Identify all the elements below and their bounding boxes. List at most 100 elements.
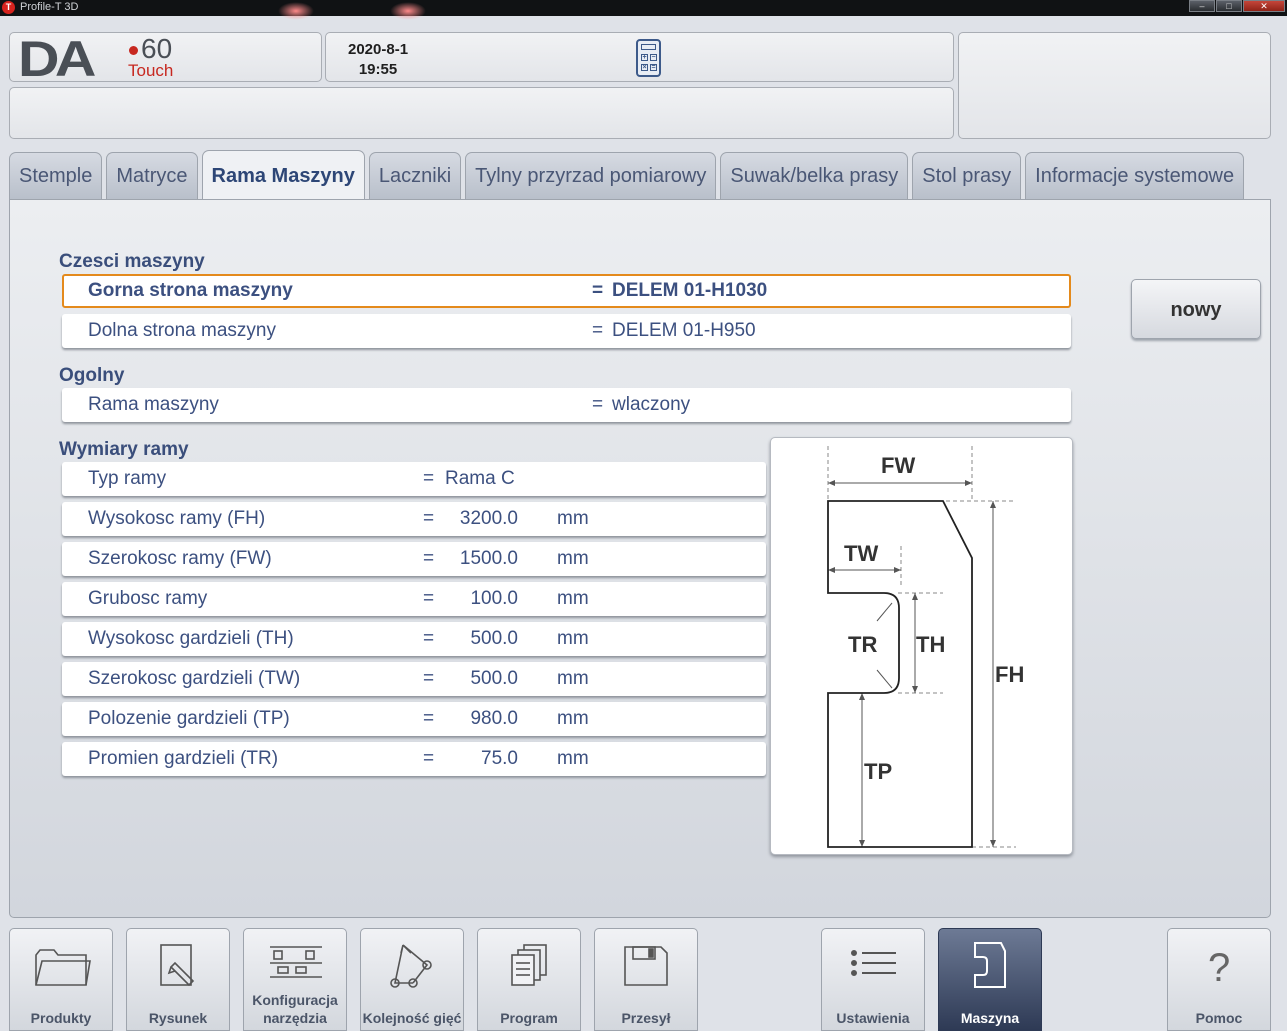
nav-program-button[interactable]: Program bbox=[477, 928, 581, 1031]
row-frame-height[interactable]: Wysokosc ramy (FH) = 3200.0 mm bbox=[62, 502, 766, 536]
row-frame-thickness[interactable]: Grubosc ramy = 100.0 mm bbox=[62, 582, 766, 616]
label-fh: FH bbox=[995, 662, 1024, 687]
frame-diagram: FW TW TR TH FH TP bbox=[770, 437, 1073, 855]
tab-tylny-przyrzad[interactable]: Tylny przyrzad pomiarowy bbox=[465, 152, 717, 200]
info-panel bbox=[958, 32, 1271, 139]
row-label: Gorna strona maszyny bbox=[88, 280, 293, 301]
row-value: 100.0 bbox=[470, 588, 518, 609]
nav-label: Przesył bbox=[621, 1010, 671, 1026]
logo-edition: Touch bbox=[128, 61, 174, 80]
minimize-button[interactable]: – bbox=[1189, 0, 1215, 12]
row-throat-radius[interactable]: Promien gardzieli (TR) = 75.0 mm bbox=[62, 742, 766, 776]
nav-pomoc-button[interactable]: ? Pomoc bbox=[1167, 928, 1271, 1031]
nav-przesyl-button[interactable]: Przesył bbox=[594, 928, 698, 1031]
row-unit: mm bbox=[557, 548, 589, 569]
tab-bar: Stemple Matryce Rama Maszyny Laczniki Ty… bbox=[9, 150, 1248, 200]
row-equals: = bbox=[592, 394, 604, 415]
nav-label: Kolejność gięć bbox=[362, 1010, 462, 1026]
row-label: Wysokosc gardzieli (TH) bbox=[88, 628, 294, 649]
row-unit: mm bbox=[557, 508, 589, 529]
new-button[interactable]: nowy bbox=[1131, 279, 1261, 339]
row-equals: = bbox=[423, 468, 435, 489]
row-value: 1500.0 bbox=[459, 548, 518, 569]
row-value: DELEM 01-H1030 bbox=[612, 280, 768, 301]
row-lower-machine[interactable]: Dolna strona maszyny = DELEM 01-H950 bbox=[62, 314, 1071, 348]
program-icon bbox=[511, 944, 547, 986]
tab-rama-maszyny[interactable]: Rama Maszyny bbox=[201, 150, 365, 200]
section-title-frame: Wymiary ramy bbox=[59, 439, 189, 460]
row-label: Polozenie gardzieli (TP) bbox=[88, 708, 290, 729]
row-value: 500.0 bbox=[470, 628, 518, 649]
nav-maszyna-button[interactable]: Maszyna bbox=[938, 928, 1042, 1031]
row-throat-position[interactable]: Polozenie gardzieli (TP) = 980.0 mm bbox=[62, 702, 766, 736]
glow-decoration bbox=[390, 2, 426, 20]
save-icon bbox=[624, 946, 668, 986]
row-frame-width[interactable]: Szerokosc ramy (FW) = 1500.0 mm bbox=[62, 542, 766, 576]
logo-panel: DA 60 Touch bbox=[9, 31, 322, 87]
nav-rysunek-button[interactable]: Rysunek bbox=[126, 928, 230, 1031]
window-title: Profile-T 3D bbox=[20, 1, 79, 13]
row-value: Rama C bbox=[445, 468, 515, 489]
drawing-icon bbox=[160, 944, 195, 987]
row-label: Rama maszyny bbox=[88, 394, 219, 415]
nav-kolejnosc-button[interactable]: Kolejność gięć bbox=[360, 928, 464, 1031]
row-value: 500.0 bbox=[470, 668, 518, 689]
nav-konfiguracja-button[interactable]: Konfiguracja narzędzia bbox=[243, 928, 347, 1031]
calculator-icon[interactable]: + − × = bbox=[636, 39, 661, 77]
row-throat-height[interactable]: Wysokosc gardzieli (TH) = 500.0 mm bbox=[62, 622, 766, 656]
nav-label: Maszyna bbox=[960, 1010, 1020, 1026]
row-unit: mm bbox=[557, 628, 589, 649]
row-value: 75.0 bbox=[481, 748, 518, 769]
row-label: Szerokosc gardzieli (TW) bbox=[88, 668, 301, 689]
window-titlebar: T Profile-T 3D – □ ✕ bbox=[0, 0, 1287, 20]
glow-decoration bbox=[278, 2, 314, 20]
row-label: Grubosc ramy bbox=[88, 588, 208, 609]
logo-dot bbox=[129, 46, 138, 55]
time-text: 19:55 bbox=[358, 61, 398, 78]
settings-list-icon bbox=[851, 950, 896, 976]
tab-informacje[interactable]: Informacje systemowe bbox=[1025, 152, 1245, 200]
nav-label: Pomoc bbox=[1195, 1010, 1243, 1026]
row-frame-type[interactable]: Typ ramy = Rama C bbox=[62, 462, 766, 496]
message-bar bbox=[9, 87, 954, 139]
nav-label: Program bbox=[500, 1010, 558, 1026]
machine-icon bbox=[974, 942, 1006, 988]
row-label: Wysokosc ramy (FH) bbox=[88, 508, 266, 529]
maximize-button[interactable]: □ bbox=[1216, 0, 1242, 12]
row-equals: = bbox=[423, 508, 435, 529]
row-label: Promien gardzieli (TR) bbox=[88, 748, 279, 769]
row-value: 3200.0 bbox=[459, 508, 518, 529]
row-machine-frame[interactable]: Rama maszyny = wlaczony bbox=[62, 388, 1071, 422]
row-unit: mm bbox=[557, 748, 589, 769]
tab-suwak-belka[interactable]: Suwak/belka prasy bbox=[720, 152, 909, 200]
folder-icon bbox=[35, 949, 91, 986]
datetime: 2020-8-1 19:55 bbox=[348, 40, 408, 80]
close-button[interactable]: ✕ bbox=[1243, 0, 1285, 12]
row-unit: mm bbox=[557, 668, 589, 689]
row-throat-width[interactable]: Szerokosc gardzieli (TW) = 500.0 mm bbox=[62, 662, 766, 696]
label-th: TH bbox=[916, 632, 945, 657]
nav-label: Produkty bbox=[30, 1010, 92, 1026]
help-icon: ? bbox=[1208, 946, 1230, 990]
row-unit: mm bbox=[557, 708, 589, 729]
svg-text:?: ? bbox=[1208, 946, 1230, 990]
row-label: Dolna strona maszyny bbox=[88, 320, 276, 341]
row-equals: = bbox=[423, 588, 435, 609]
row-upper-machine[interactable]: Gorna strona maszyny = DELEM 01-H1030 bbox=[62, 274, 1071, 308]
row-equals: = bbox=[592, 280, 604, 301]
row-value: 980.0 bbox=[470, 708, 518, 729]
tab-stemple[interactable]: Stemple bbox=[9, 152, 103, 200]
nav-label: Konfiguracja narzędzia bbox=[252, 992, 338, 1026]
nav-produkty-button[interactable]: Produkty bbox=[9, 928, 113, 1031]
tab-stol-prasy[interactable]: Stol prasy bbox=[912, 152, 1022, 200]
row-label: Typ ramy bbox=[88, 468, 167, 489]
nav-label: Rysunek bbox=[148, 1010, 208, 1026]
tab-laczniki[interactable]: Laczniki bbox=[368, 152, 462, 200]
nav-ustawienia-button[interactable]: Ustawienia bbox=[821, 928, 925, 1031]
row-equals: = bbox=[423, 548, 435, 569]
section-title-general: Ogolny bbox=[59, 365, 125, 386]
tab-matryce[interactable]: Matryce bbox=[106, 152, 198, 200]
label-tw: TW bbox=[844, 541, 878, 566]
frame-diagram-svg: FW TW TR TH FH TP bbox=[827, 446, 1024, 848]
row-unit: mm bbox=[557, 588, 589, 609]
